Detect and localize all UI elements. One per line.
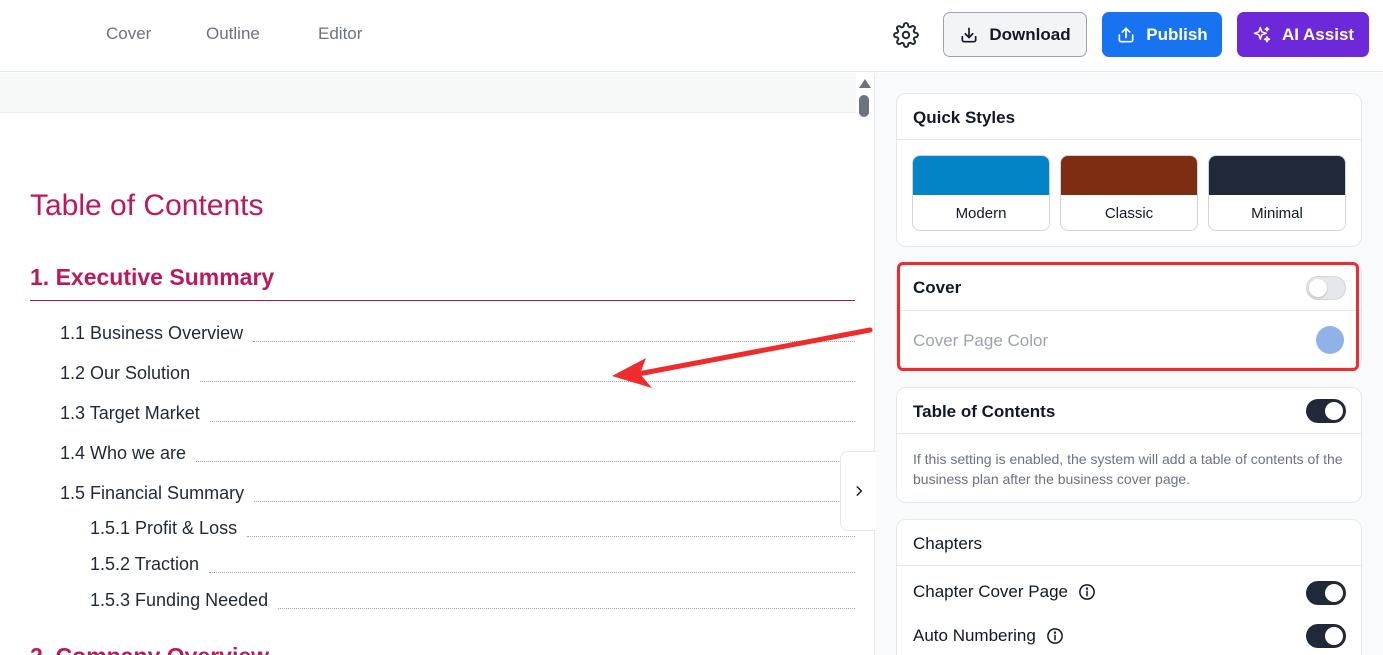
cover-color-swatch[interactable] — [1316, 326, 1344, 354]
settings-panel: Quick Styles Modern Classic Minimal Cove… — [874, 73, 1383, 655]
toc-settings-card: Table of Contents If this setting is ena… — [896, 387, 1362, 503]
toggle-knob — [1309, 279, 1327, 297]
publish-label: Publish — [1146, 24, 1208, 44]
style-classic[interactable]: Classic — [1060, 155, 1198, 231]
toc-leader — [196, 461, 855, 462]
chapters-card: Chapters Chapter Cover Page Auto Numberi… — [896, 519, 1362, 655]
card-divider — [897, 433, 1361, 434]
section-title: 2. Company Overview — [30, 643, 269, 655]
chevron-right-icon — [856, 486, 862, 496]
toc-leader — [209, 572, 855, 573]
quick-styles-title: Quick Styles — [913, 108, 1016, 127]
card-divider — [897, 310, 1361, 311]
document-scrollbar[interactable] — [856, 73, 874, 655]
tab-cover[interactable]: Cover — [106, 24, 151, 44]
toc-entry[interactable]: 1.3 Target Market — [60, 398, 855, 424]
toc-leader — [254, 501, 855, 502]
toc-entry-label: 1.5 Financial Summary — [60, 483, 245, 503]
chapter-cover-page-toggle[interactable] — [1306, 581, 1346, 605]
gear-icon[interactable] — [893, 22, 919, 48]
toc-entry-label: 1.5.3 Funding Needed — [90, 590, 269, 610]
style-name: Minimal — [1251, 205, 1303, 222]
toc-leader — [200, 381, 855, 382]
toc-entry-label: 1.4 Who we are — [60, 443, 187, 463]
toggle-knob — [1325, 584, 1343, 602]
upload-icon — [1118, 27, 1134, 43]
tab-editor[interactable]: Editor — [318, 24, 362, 44]
toc-leader — [247, 536, 855, 537]
toggle-knob — [1325, 402, 1343, 420]
card-divider — [897, 139, 1361, 140]
toc-leader — [278, 608, 855, 609]
collapse-panel-tab[interactable] — [840, 451, 876, 531]
toc-entry[interactable]: 1.5 Financial Summary — [60, 478, 855, 504]
scroll-thumb[interactable] — [859, 95, 869, 117]
cover-toggle[interactable] — [1306, 276, 1346, 300]
download-label: Download — [989, 24, 1071, 44]
toc-entry-label: 1.5.2 Traction — [90, 554, 200, 574]
toc-entry[interactable]: 1.5.2 Traction — [90, 549, 855, 575]
card-divider — [897, 565, 1361, 566]
toc-entry-label: 1.1 Business Overview — [60, 323, 244, 343]
download-icon — [961, 27, 977, 43]
toc-entry[interactable]: 1.1 Business Overview — [60, 318, 855, 344]
publish-button[interactable]: Publish — [1102, 12, 1222, 57]
auto-numbering-row: Auto Numbering — [913, 626, 1064, 646]
document-preview: Table of Contents 1. Executive Summary 1… — [0, 73, 856, 655]
chapter-cover-page-label: Chapter Cover Page — [913, 582, 1068, 601]
quick-styles-card: Quick Styles Modern Classic Minimal — [896, 93, 1362, 247]
top-header: Cover Outline Editor Download Publish AI… — [0, 0, 1383, 72]
style-swatch — [913, 156, 1049, 195]
cover-title: Cover — [913, 278, 962, 297]
chapters-title: Chapters — [913, 534, 982, 553]
style-name: Modern — [955, 205, 1007, 222]
toc-entry[interactable]: 1.5.3 Funding Needed — [90, 585, 855, 611]
toc-entry[interactable]: 1.4 Who we are — [60, 438, 855, 464]
toc-toggle[interactable] — [1306, 399, 1346, 423]
toc-leader — [209, 421, 855, 422]
toc-title: Table of Contents — [30, 189, 264, 222]
section-divider — [30, 300, 855, 301]
style-minimal[interactable]: Minimal — [1208, 155, 1346, 231]
auto-numbering-label: Auto Numbering — [913, 626, 1036, 645]
toc-description: If this setting is enabled, the system w… — [913, 451, 1343, 487]
section-title: 1. Executive Summary — [30, 264, 275, 290]
page-top-strip — [0, 73, 856, 113]
info-icon[interactable] — [1078, 583, 1096, 601]
toc-leader — [253, 341, 855, 342]
tab-outline[interactable]: Outline — [206, 24, 260, 44]
toc-entry-label: 1.5.1 Profit & Loss — [90, 518, 238, 538]
style-modern[interactable]: Modern — [912, 155, 1050, 231]
download-button[interactable]: Download — [943, 12, 1087, 57]
style-swatch — [1209, 156, 1345, 195]
ai-assist-button[interactable]: AI Assist — [1237, 12, 1369, 57]
toc-settings-title: Table of Contents — [913, 402, 1056, 421]
cover-card: Cover Cover Page Color — [896, 263, 1362, 368]
style-swatch — [1061, 156, 1197, 195]
toc-entry[interactable]: 1.5.1 Profit & Loss — [90, 513, 855, 539]
scroll-up-arrow-icon[interactable] — [859, 79, 871, 88]
chapter-cover-page-row: Chapter Cover Page — [913, 582, 1096, 602]
sparkle-icon — [1253, 26, 1271, 42]
style-name: Classic — [1104, 205, 1154, 222]
toc-entry[interactable]: 1.2 Our Solution — [60, 358, 855, 384]
info-icon[interactable] — [1046, 627, 1064, 645]
ai-assist-label: AI Assist — [1281, 24, 1355, 44]
cover-color-label: Cover Page Color — [913, 331, 1049, 350]
toc-entry-label: 1.2 Our Solution — [60, 363, 191, 383]
auto-numbering-toggle[interactable] — [1306, 624, 1346, 648]
toc-entry-label: 1.3 Target Market — [60, 403, 200, 423]
toggle-knob — [1325, 627, 1343, 645]
